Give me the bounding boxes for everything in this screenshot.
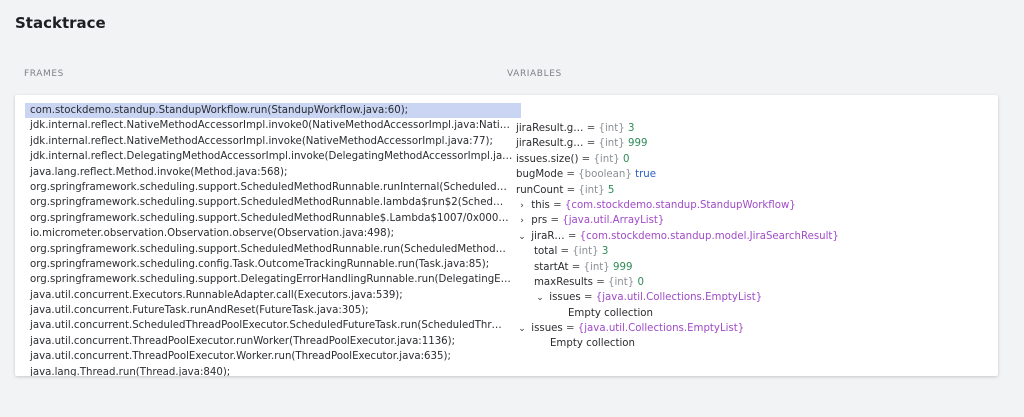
variable-name: issues.size() (516, 153, 579, 165)
variable-value: {java.util.ArrayList} (562, 215, 665, 227)
frame-item[interactable]: jdk.internal.reflect.NativeMethodAccesso… (25, 118, 521, 133)
frame-item[interactable]: jdk.internal.reflect.NativeMethodAccesso… (25, 134, 521, 149)
variable-row: jiraResult.g… = {int} 999 (516, 138, 648, 150)
chevron-down-icon[interactable]: ⌄ (516, 322, 528, 337)
page-title: Stacktrace (15, 14, 106, 32)
variable-name: startAt (534, 261, 569, 273)
chevron-down-icon[interactable]: ⌄ (534, 291, 546, 306)
variable-row: jiraResult.g… = {int} 3 (516, 123, 635, 134)
variable-name: maxResults (534, 276, 593, 288)
frame-item[interactable]: org.springframework.scheduling.support.S… (25, 242, 521, 257)
variable-name: jiraR… (531, 230, 565, 242)
frame-item[interactable]: java.util.concurrent.ScheduledThreadPool… (25, 318, 521, 333)
variable-type: {int} (583, 261, 610, 273)
variable-row: Empty collection (516, 306, 986, 321)
variable-row[interactable]: ⌄ issues = {java.util.Collections.EmptyL… (516, 290, 986, 305)
variable-value: 0 (637, 276, 644, 288)
variable-name: this (531, 199, 550, 211)
variable-type: {int} (572, 246, 599, 258)
variable-row: runCount = {int} 5 (516, 184, 615, 196)
variable-value: {com.stockdemo.standup.model.JiraSearchR… (579, 230, 839, 242)
chevron-down-icon[interactable]: ⌄ (516, 230, 528, 245)
frame-item[interactable]: org.springframework.scheduling.support.S… (25, 180, 521, 195)
frame-item[interactable]: org.springframework.scheduling.support.S… (25, 195, 521, 210)
variables-section-label: VARIABLES (507, 69, 562, 79)
variable-type: {int} (598, 138, 625, 150)
variable-row: total = {int} 3 (534, 246, 609, 258)
variable-name: issues (549, 292, 581, 304)
variable-row: maxResults = {int} 0 (534, 276, 644, 288)
variable-value: 999 (613, 261, 633, 273)
variable-row: bugMode = {boolean} true (516, 169, 657, 181)
variable-name: issues (531, 323, 563, 335)
variable-name: total (534, 246, 558, 258)
frame-item[interactable]: org.springframework.scheduling.support.S… (25, 211, 521, 226)
chevron-right-icon[interactable]: › (516, 214, 528, 229)
variable-row: issues.size() = {int} 0 (516, 153, 630, 165)
variable-value: {com.stockdemo.standup.StandupWorkflow} (564, 199, 796, 211)
variable-type: {int} (593, 153, 620, 165)
variable-value: true (635, 169, 657, 181)
variable-type: {int} (598, 123, 625, 134)
frames-section-label: FRAMES (24, 69, 64, 79)
frame-item[interactable]: org.springframework.scheduling.support.D… (25, 272, 521, 287)
variable-name: bugMode (516, 169, 564, 181)
frame-item[interactable]: java.lang.Thread.run(Thread.java:840); (25, 365, 521, 376)
variable-type: {int} (578, 184, 605, 196)
variables-tree: jiraResult.g… = {int} 3 jiraResult.g… = {… (516, 121, 986, 352)
frame-item[interactable]: java.util.concurrent.ThreadPoolExecutor.… (25, 334, 521, 349)
variable-row: Empty collection (516, 336, 986, 351)
variable-name: jiraResult.g… (516, 138, 584, 150)
variable-row[interactable]: ⌄ issues = {java.util.Collections.EmptyL… (516, 321, 986, 336)
frame-item[interactable]: java.util.concurrent.FutureTask.runAndRe… (25, 303, 521, 318)
variable-value: 3 (627, 123, 635, 134)
variable-name: Empty collection (550, 338, 635, 350)
variable-value: 3 (601, 246, 609, 258)
variable-type: {int} (608, 276, 635, 288)
variable-name: jiraResult.g… (516, 123, 584, 134)
frame-item[interactable]: java.lang.reflect.Method.invoke(Method.j… (25, 165, 521, 180)
variable-row: startAt = {int} 999 (534, 261, 633, 273)
variable-name: prs (531, 215, 548, 227)
variable-value: {java.util.Collections.EmptyList} (595, 292, 763, 304)
stacktrace-panel: com.stockdemo.standup.StandupWorkflow.ru… (15, 95, 998, 376)
variable-name: Empty collection (568, 307, 653, 319)
variable-value: 5 (607, 184, 615, 196)
variable-value: {java.util.Collections.EmptyList} (577, 323, 745, 335)
frame-item[interactable]: jdk.internal.reflect.DelegatingMethodAcc… (25, 149, 521, 164)
variable-row[interactable]: ⌄ jiraR… = {com.stockdemo.standup.model.… (516, 229, 986, 244)
variable-name: runCount (516, 184, 564, 196)
frame-item[interactable]: org.springframework.scheduling.config.Ta… (25, 257, 521, 272)
frame-item-selected[interactable]: com.stockdemo.standup.StandupWorkflow.ru… (25, 103, 521, 119)
frame-item[interactable]: io.micrometer.observation.Observation.ob… (25, 226, 521, 241)
frame-item[interactable]: java.util.concurrent.ThreadPoolExecutor.… (25, 349, 521, 364)
variable-row[interactable]: › this = {com.stockdemo.standup.StandupW… (516, 198, 986, 213)
variable-type: {boolean} (578, 169, 632, 181)
variable-value: 0 (622, 153, 630, 165)
frame-item[interactable]: java.util.concurrent.Executors.RunnableA… (25, 288, 521, 303)
variable-value: 999 (627, 138, 648, 150)
frames-list: com.stockdemo.standup.StandupWorkflow.ru… (25, 103, 521, 376)
variable-row[interactable]: › prs = {java.util.ArrayList} (516, 213, 986, 228)
chevron-right-icon[interactable]: › (516, 199, 528, 214)
